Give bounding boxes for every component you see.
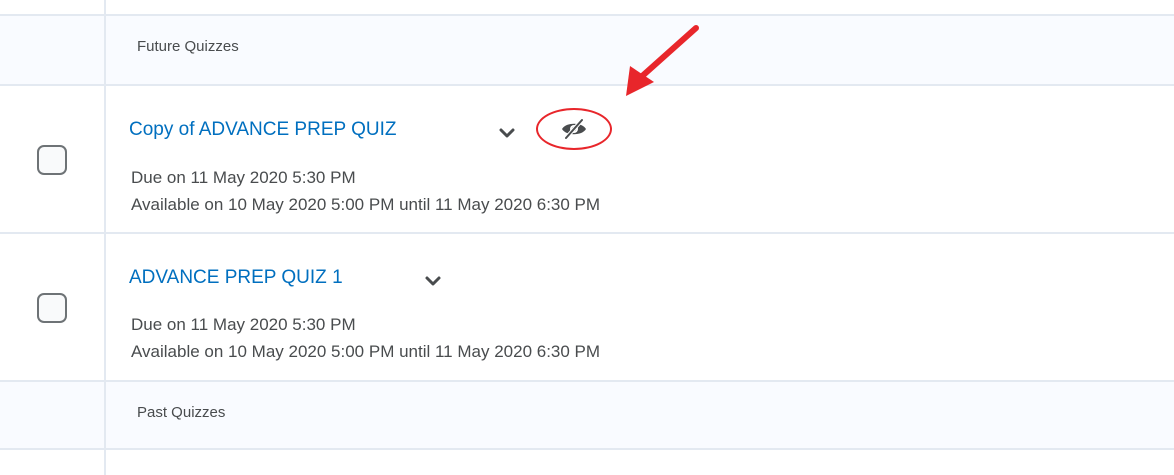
row-divider: [0, 448, 1174, 450]
quiz-due-date: Due on 11 May 2020 5:30 PM: [131, 315, 356, 334]
chevron-down-icon[interactable]: [496, 122, 518, 144]
future-quizzes-heading: Future Quizzes: [137, 38, 239, 55]
column-divider: [104, 382, 106, 448]
header-checkbox-cell: [0, 16, 104, 84]
quiz-list-table: Future Quizzes Copy of ADVANCE PREP QUIZ…: [0, 0, 1174, 475]
eye-slash-icon[interactable]: [560, 118, 588, 140]
quiz-title-link[interactable]: Copy of ADVANCE PREP QUIZ: [129, 118, 397, 142]
past-quizzes-heading: Past Quizzes: [137, 404, 226, 421]
quiz-select-checkbox[interactable]: [37, 145, 67, 175]
quiz-availability: Available on 10 May 2020 5:00 PM until 1…: [131, 342, 601, 361]
quiz-title-link[interactable]: ADVANCE PREP QUIZ 1: [129, 266, 343, 290]
quiz-due-date: Due on 11 May 2020 5:30 PM: [131, 168, 356, 187]
column-divider: [104, 16, 106, 84]
quiz-select-checkbox[interactable]: [37, 293, 67, 323]
quiz-availability: Available on 10 May 2020 5:00 PM until 1…: [131, 195, 601, 214]
annotation-arrow: [626, 25, 699, 96]
chevron-down-icon[interactable]: [422, 270, 444, 292]
header-checkbox-cell: [0, 382, 104, 448]
